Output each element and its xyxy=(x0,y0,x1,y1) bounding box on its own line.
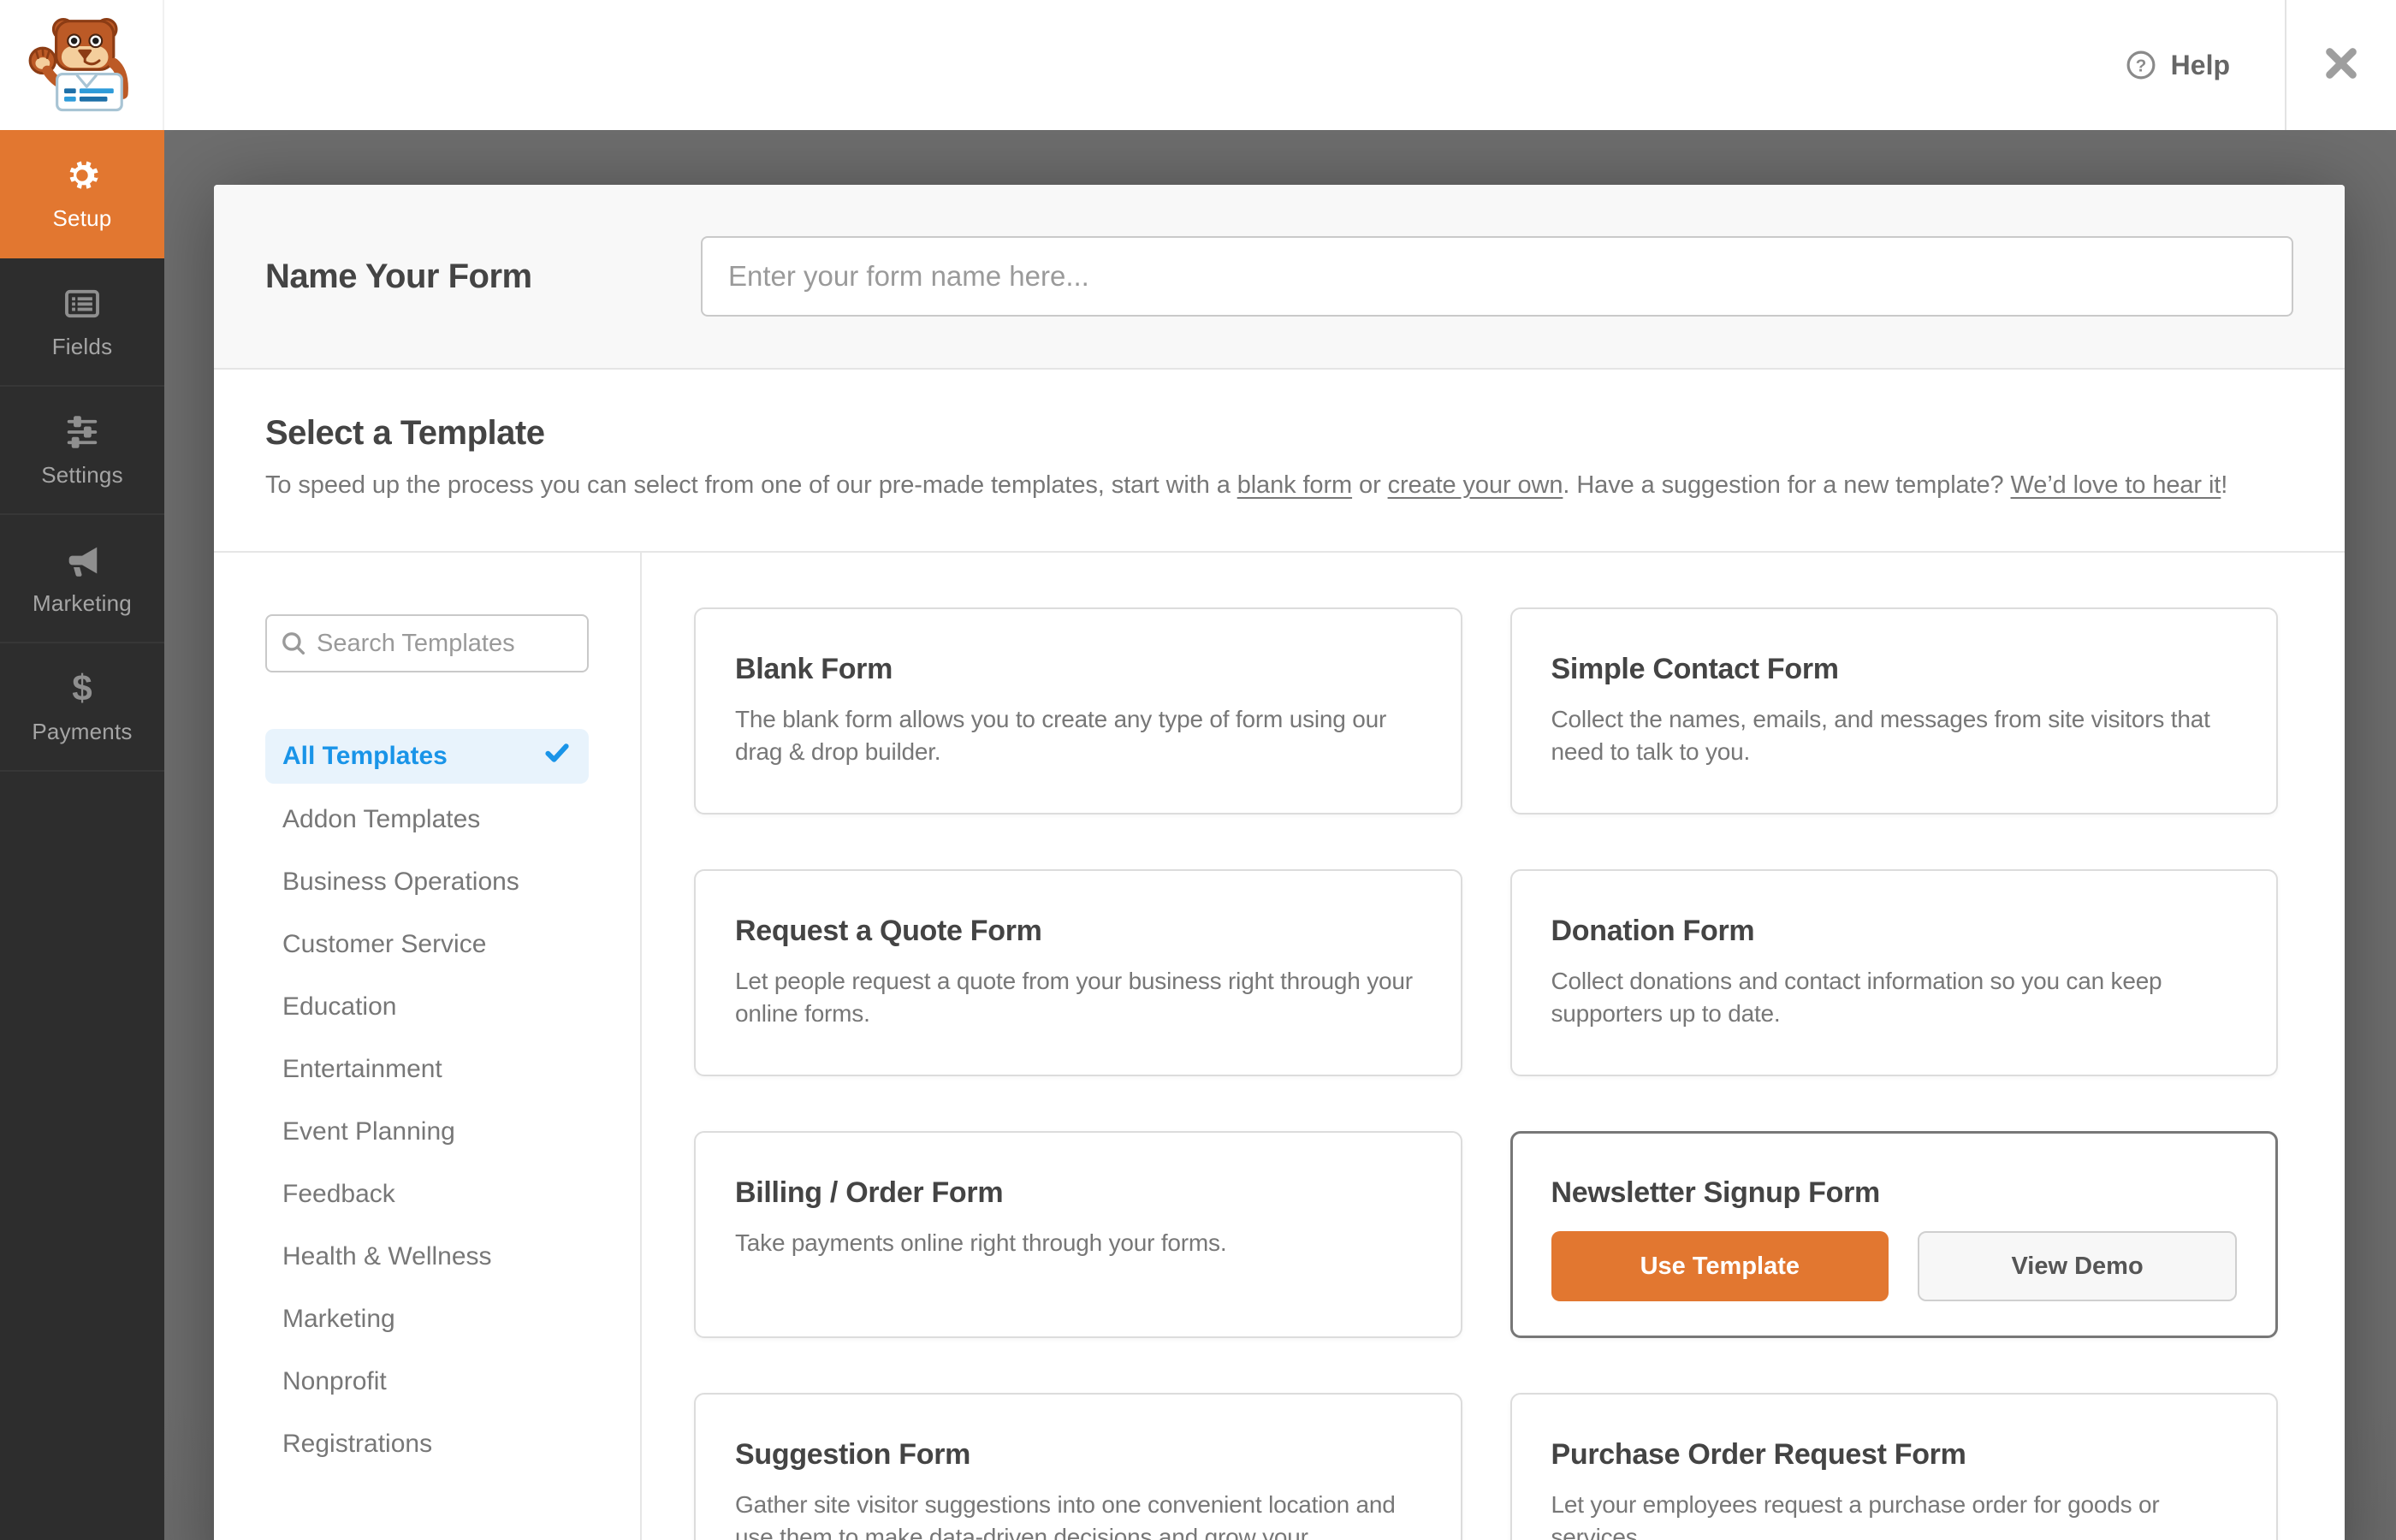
sidebar-item-label: Settings xyxy=(41,461,123,488)
category-all-templates[interactable]: All Templates xyxy=(265,729,589,784)
category-business-operations[interactable]: Business Operations xyxy=(265,850,589,913)
template-title: Simple Contact Form xyxy=(1551,653,1840,685)
template-title: Suggestion Form xyxy=(735,1438,971,1471)
category-label: Health & Wellness xyxy=(282,1241,492,1270)
description-text: To speed up the process you can select f… xyxy=(265,471,1237,499)
builder-sidebar: Setup Fields Settings Marketing $ Paymen… xyxy=(0,130,164,1540)
close-icon xyxy=(2322,44,2361,87)
category-label: Entertainment xyxy=(282,1054,442,1083)
template-title: Billing / Order Form xyxy=(735,1176,1004,1209)
select-template-header: Select a Template To speed up the proces… xyxy=(214,370,2345,551)
template-title: Newsletter Signup Form xyxy=(1551,1176,1881,1209)
gear-icon xyxy=(62,156,102,195)
dollar-sign-icon: $ xyxy=(62,669,102,708)
create-your-own-link[interactable]: create your own xyxy=(1388,471,1563,499)
template-description: Collect donations and contact informatio… xyxy=(1551,968,2162,1027)
question-circle-icon: ? xyxy=(2125,49,2157,81)
template-title: Request a Quote Form xyxy=(735,915,1042,947)
template-cards-grid: Blank Form The blank form allows you to … xyxy=(642,553,2345,1540)
template-description: Let your employees request a purchase or… xyxy=(1551,1491,2160,1540)
form-name-input[interactable] xyxy=(701,236,2293,317)
select-template-description: To speed up the process you can select f… xyxy=(265,471,2293,500)
fields-list-icon xyxy=(62,284,102,323)
template-browser: All Templates Addon Templates Business O… xyxy=(214,551,2345,1540)
category-registrations[interactable]: Registrations xyxy=(265,1413,589,1475)
help-button[interactable]: ? Help xyxy=(2125,49,2230,81)
template-card-purchase-order-request-form[interactable]: Purchase Order Request Form Let your emp… xyxy=(1509,1393,2278,1540)
use-template-button[interactable]: Use Template xyxy=(1551,1231,1889,1301)
sidebar-item-marketing[interactable]: Marketing xyxy=(0,515,164,643)
category-feedback[interactable]: Feedback xyxy=(265,1163,589,1225)
category-label: Customer Service xyxy=(282,929,487,958)
template-card-actions: Use Template View Demo xyxy=(1551,1231,2237,1301)
template-card-suggestion-form[interactable]: Suggestion Form Gather site visitor sugg… xyxy=(694,1393,1462,1540)
close-button[interactable] xyxy=(2286,0,2396,130)
suggestion-link[interactable]: We’d love to hear it xyxy=(2011,471,2221,499)
category-label: Addon Templates xyxy=(282,804,481,833)
template-card-request-a-quote-form[interactable]: Request a Quote Form Let people request … xyxy=(694,869,1462,1076)
view-demo-button[interactable]: View Demo xyxy=(1918,1231,2237,1301)
template-description: Gather site visitor suggestions into one… xyxy=(735,1491,1396,1540)
category-nonprofit[interactable]: Nonprofit xyxy=(265,1350,589,1413)
category-label: Event Planning xyxy=(282,1116,455,1146)
sidebar-item-label: Payments xyxy=(32,718,133,744)
sidebar-item-label: Marketing xyxy=(33,589,132,616)
name-your-form-heading: Name Your Form xyxy=(265,257,532,295)
wpforms-bear-logo-icon xyxy=(27,9,135,121)
template-card-billing-order-form[interactable]: Billing / Order Form Take payments onlin… xyxy=(694,1131,1462,1338)
template-category-list: All Templates Addon Templates Business O… xyxy=(265,729,589,1475)
sidebar-item-settings[interactable]: Settings xyxy=(0,387,164,515)
category-label: Marketing xyxy=(282,1304,395,1333)
category-education[interactable]: Education xyxy=(265,975,589,1038)
template-card-simple-contact-form[interactable]: Simple Contact Form Collect the names, e… xyxy=(1509,607,2278,814)
template-title: Purchase Order Request Form xyxy=(1551,1438,1966,1471)
sidebar-item-payments[interactable]: $ Payments xyxy=(0,643,164,772)
sidebar-item-fields[interactable]: Fields xyxy=(0,258,164,387)
category-label: Nonprofit xyxy=(282,1366,387,1395)
template-card-newsletter-signup-form[interactable]: Newsletter Signup Form Use Template View… xyxy=(1509,1131,2278,1338)
checkmark-icon xyxy=(543,738,572,774)
svg-text:$: $ xyxy=(72,669,92,708)
top-bar: ? Help xyxy=(0,0,2396,130)
category-entertainment[interactable]: Entertainment xyxy=(265,1038,589,1100)
description-text: or xyxy=(1352,471,1388,499)
wpforms-logo xyxy=(0,0,164,130)
svg-text:?: ? xyxy=(2135,56,2146,75)
category-label: Registrations xyxy=(282,1429,433,1458)
template-description: The blank form allows you to create any … xyxy=(735,706,1387,765)
builder-backdrop: Name Your Form Select a Template To spee… xyxy=(164,130,2396,1540)
category-event-planning[interactable]: Event Planning xyxy=(265,1100,589,1163)
category-addon-templates[interactable]: Addon Templates xyxy=(265,788,589,850)
template-description: Take payments online right through your … xyxy=(735,1229,1227,1256)
description-text: . Have a suggestion for a new template? xyxy=(1563,471,2011,499)
sidebar-item-label: Fields xyxy=(51,333,113,359)
sidebar-item-setup[interactable]: Setup xyxy=(0,130,164,258)
template-description: Collect the names, emails, and messages … xyxy=(1551,706,2210,765)
search-templates-input[interactable] xyxy=(265,614,589,672)
name-your-form-section: Name Your Form xyxy=(214,185,2345,370)
category-label: Education xyxy=(282,992,397,1021)
template-card-blank-form[interactable]: Blank Form The blank form allows you to … xyxy=(694,607,1462,814)
select-template-heading: Select a Template xyxy=(265,414,545,452)
category-marketing[interactable]: Marketing xyxy=(265,1288,589,1350)
setup-panel: Name Your Form Select a Template To spee… xyxy=(214,185,2345,1540)
description-text: ! xyxy=(2221,471,2228,499)
category-label: Feedback xyxy=(282,1179,395,1208)
template-card-donation-form[interactable]: Donation Form Collect donations and cont… xyxy=(1509,869,2278,1076)
category-label: Business Operations xyxy=(282,867,519,896)
category-customer-service[interactable]: Customer Service xyxy=(265,913,589,975)
template-title: Donation Form xyxy=(1551,915,1755,947)
sliders-icon xyxy=(62,412,102,452)
help-label: Help xyxy=(2170,49,2230,80)
sidebar-item-label: Setup xyxy=(52,204,112,231)
category-label: All Templates xyxy=(282,742,448,770)
template-description: Let people request a quote from your bus… xyxy=(735,968,1413,1027)
blank-form-link[interactable]: blank form xyxy=(1237,471,1352,499)
category-health-wellness[interactable]: Health & Wellness xyxy=(265,1225,589,1288)
template-title: Blank Form xyxy=(735,653,893,685)
megaphone-icon xyxy=(62,541,102,580)
template-categories-column: All Templates Addon Templates Business O… xyxy=(214,553,642,1540)
